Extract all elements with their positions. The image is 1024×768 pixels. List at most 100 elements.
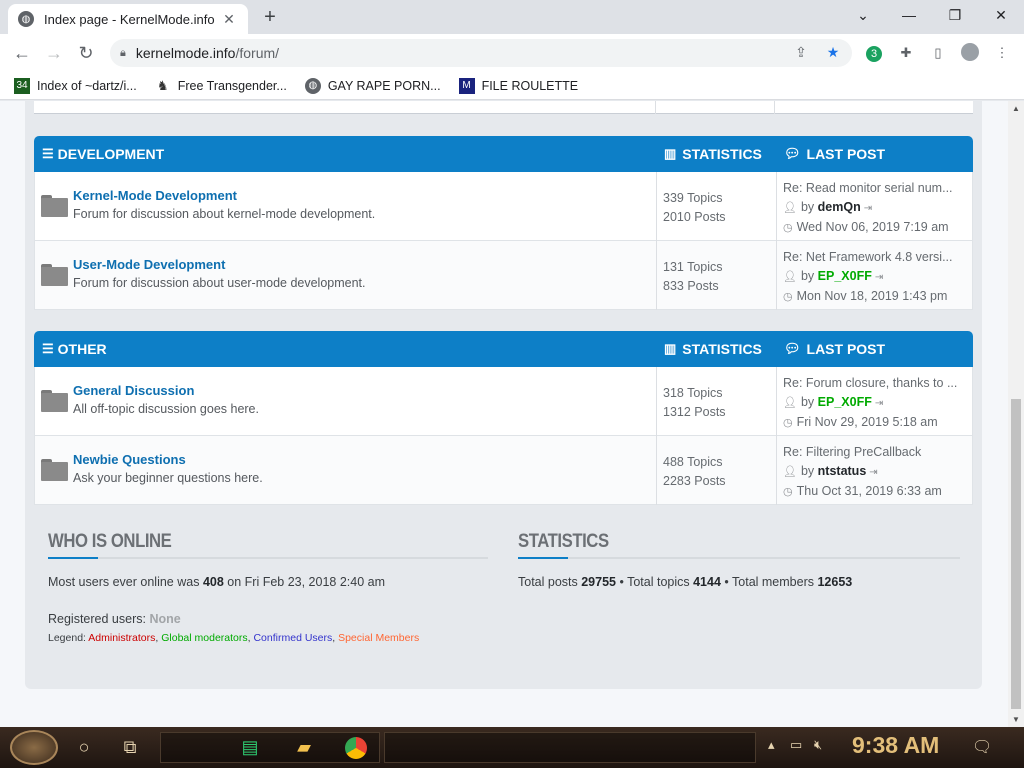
tab-strip: ◍ Index page - KernelMode.info ✕ + ⌄ — ❐…	[0, 0, 1024, 34]
category-title[interactable]: DEVELOPMENT	[58, 146, 165, 162]
forum-title-link[interactable]: Kernel-Mode Development	[73, 188, 237, 203]
bookmark-item[interactable]: 34 Index of ~dartz/i...	[14, 77, 137, 94]
network-icon[interactable]: ▭	[790, 737, 802, 753]
scroll-down-icon[interactable]: ▼	[1012, 715, 1020, 724]
forum-title-link[interactable]: Newbie Questions	[73, 452, 186, 467]
forum-description: All off-topic discussion goes here.	[73, 402, 259, 416]
list-icon: ☰	[42, 341, 54, 356]
forum-row: User-Mode Development Forum for discussi…	[34, 241, 973, 310]
last-post-user-link[interactable]: ntstatus	[818, 464, 867, 478]
forum-title-link[interactable]: User-Mode Development	[73, 257, 225, 272]
notifications-icon[interactable]: 🗨︎	[972, 737, 992, 757]
last-post-title-link[interactable]: Re: Forum closure, thanks to ...	[783, 374, 967, 393]
forward-icon[interactable]: →	[42, 41, 66, 65]
tab-title: Index page - KernelMode.info	[44, 11, 215, 27]
taskbar-clock[interactable]: 9:38 AM	[852, 732, 939, 759]
folder-icon	[41, 390, 68, 412]
bar-chart-icon: ▥	[664, 146, 677, 161]
forum-description: Forum for discussion about kernel-mode d…	[73, 207, 376, 221]
url-host: kernelmode.info	[135, 45, 236, 61]
statistics-header: STATISTICS	[682, 146, 762, 162]
last-post-date: Fri Nov 29, 2019 5:18 am	[796, 415, 938, 429]
taskbar: ○ ⧉ ▤ ▰ ▴ ▭ 🔇︎ 9:38 AM 🗨︎	[0, 727, 1024, 768]
forum-row: Newbie Questions Ask your beginner quest…	[34, 436, 973, 505]
reload-icon[interactable]: ↻	[74, 41, 98, 65]
extension-badge-icon[interactable]: 3	[864, 43, 884, 63]
clock-icon: ◷	[783, 222, 793, 234]
legend: Legend: Administrators, Global moderator…	[48, 632, 420, 644]
category-header: ☰ DEVELOPMENT ▥ STATISTICS 💬︎ LAST POST	[34, 136, 973, 172]
bookmark-label: Index of ~dartz/i...	[37, 78, 137, 93]
forum-stats: 339 Topics 2010 Posts	[663, 189, 726, 227]
last-post-user-link[interactable]: EP_X0FF	[818, 269, 872, 283]
file-explorer-icon[interactable]: ▰	[286, 732, 322, 763]
browser-toolbar: ← → ↻ 🔒︎ kernelmode.info/forum/ ⇪ ★ 3 ✚ …	[0, 34, 1024, 72]
address-bar[interactable]: 🔒︎ kernelmode.info/forum/ ⇪ ★	[110, 39, 852, 67]
close-tab-icon[interactable]: ✕	[220, 11, 238, 28]
taskbar-empty-area	[384, 732, 756, 763]
chrome-icon[interactable]	[338, 732, 374, 763]
statistics-section: STATISTICS Total posts 29755 • Total top…	[518, 531, 960, 589]
profile-avatar-icon[interactable]	[960, 43, 980, 63]
last-post-user-link[interactable]: EP_X0FF	[818, 395, 872, 409]
forum-title-link[interactable]: General Discussion	[73, 383, 194, 398]
menu-kebab-icon[interactable]: ⋮	[992, 43, 1012, 63]
bookmark-star-icon[interactable]: ★	[822, 44, 844, 62]
legend-global-moderators[interactable]: Global moderators	[161, 632, 247, 644]
user-icon: 👤︎	[783, 202, 797, 214]
topics-count: 339 Topics	[663, 191, 723, 205]
goto-post-icon[interactable]: ⇥	[875, 272, 883, 283]
last-post-date: Wed Nov 06, 2019 7:19 am	[796, 220, 949, 234]
bookmark-item[interactable]: M FILE ROULETTE	[458, 77, 578, 94]
tray-chevron-icon[interactable]: ▴	[768, 737, 775, 753]
user-icon: 👤︎	[783, 397, 797, 409]
category-title[interactable]: OTHER	[58, 341, 107, 357]
globe-icon: ◍	[18, 11, 34, 27]
page-scrollbar[interactable]: ▲ ▼	[1008, 101, 1024, 727]
topics-count: 488 Topics	[663, 455, 723, 469]
legend-administrators[interactable]: Administrators	[88, 632, 155, 644]
task-view-icon[interactable]: ⧉	[112, 732, 148, 763]
category-header: ☰ OTHER ▥ STATISTICS 💬︎ LAST POST	[34, 331, 973, 367]
minimize-button[interactable]: —	[886, 0, 932, 30]
notes-app-icon[interactable]: ▤	[232, 732, 268, 763]
legend-special-members[interactable]: Special Members	[338, 632, 419, 644]
close-window-button[interactable]: ✕	[978, 0, 1024, 30]
goto-post-icon[interactable]: ⇥	[869, 467, 877, 478]
restore-button[interactable]: ❐	[932, 0, 978, 30]
start-button[interactable]	[10, 730, 58, 765]
back-icon[interactable]: ←	[10, 41, 34, 65]
goto-post-icon[interactable]: ⇥	[864, 203, 872, 214]
new-tab-button[interactable]: +	[258, 6, 282, 30]
scroll-up-icon[interactable]: ▲	[1012, 104, 1020, 113]
goto-post-icon[interactable]: ⇥	[875, 398, 883, 409]
legend-confirmed-users[interactable]: Confirmed Users	[253, 632, 332, 644]
last-post-date: Thu Oct 31, 2019 6:33 am	[796, 484, 942, 498]
last-post: Re: Filtering PreCallback 👤︎ by ntstatus ⇥…	[783, 443, 967, 502]
browser-tab[interactable]: ◍ Index page - KernelMode.info ✕	[8, 4, 248, 34]
folder-icon	[41, 195, 68, 217]
posts-count: 833 Posts	[663, 279, 719, 293]
extensions-puzzle-icon[interactable]: ✚	[896, 43, 916, 63]
list-icon: ☰	[42, 146, 54, 161]
folder-icon	[41, 264, 68, 286]
who-is-online-title[interactable]: WHO IS ONLINE	[48, 531, 435, 553]
most-online-text: Most users ever online was 408 on Fri Fe…	[48, 575, 386, 589]
last-post-title-link[interactable]: Re: Filtering PreCallback	[783, 443, 967, 462]
last-post-title-link[interactable]: Re: Net Framework 4.8 versi...	[783, 248, 967, 267]
bookmark-item[interactable]: ◍ GAY RAPE PORN...	[304, 77, 441, 94]
last-post-user-link[interactable]: demQn	[818, 200, 861, 214]
cortana-icon[interactable]: ○	[66, 732, 102, 763]
posts-count: 1312 Posts	[663, 405, 726, 419]
globe-icon: ◍	[304, 77, 321, 94]
last-post-title-link[interactable]: Re: Read monitor serial num...	[783, 179, 967, 198]
forum-stats: 131 Topics 833 Posts	[663, 258, 723, 296]
topics-count: 318 Topics	[663, 386, 723, 400]
volume-muted-icon[interactable]: 🔇︎	[814, 737, 822, 753]
lock-icon[interactable]: 🔒︎	[120, 47, 126, 60]
bookmark-item[interactable]: ♞ Free Transgender...	[154, 77, 287, 94]
tab-search-icon[interactable]: ⌄	[840, 0, 886, 30]
side-panel-icon[interactable]: ▯	[928, 43, 948, 63]
share-icon[interactable]: ⇪	[790, 44, 812, 62]
scrollbar-thumb[interactable]	[1011, 399, 1021, 709]
